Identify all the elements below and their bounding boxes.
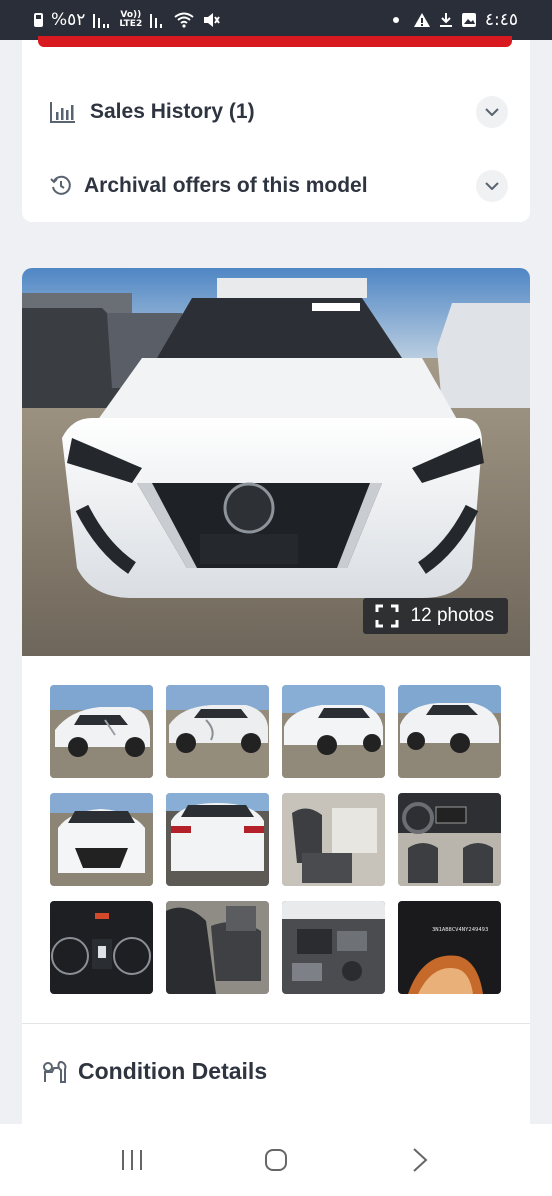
condition-details-title: Condition Details <box>78 1058 268 1084</box>
chevron-down-icon[interactable] <box>476 170 508 202</box>
wrench-icon <box>43 1060 67 1083</box>
thumbnail-interior-front-seats[interactable] <box>282 793 385 886</box>
chevron-down-icon[interactable] <box>476 96 508 128</box>
photos-count-label: 12 photos <box>410 605 494 626</box>
status-left: %٥٢ Vo)) LTE2 <box>34 10 221 30</box>
thumbnail-dashboard[interactable] <box>398 793 501 886</box>
thumbnail-engine-bay[interactable] <box>282 901 385 994</box>
archival-offers-row[interactable]: Archival offers of this model <box>50 166 508 206</box>
history-card: Sales History (1) Archival offers of thi… <box>22 40 530 222</box>
home-icon <box>265 1149 287 1171</box>
thumbnail-front-right[interactable] <box>282 685 385 778</box>
signal-icon <box>93 14 110 28</box>
status-right: ٤:٤٥ <box>392 10 518 30</box>
thumbnail-side-damage[interactable] <box>166 685 269 778</box>
section-divider <box>22 1023 530 1024</box>
sales-history-label: Sales History (1) <box>90 100 255 123</box>
thumbnail-instrument-cluster[interactable] <box>50 901 153 994</box>
fullscreen-icon <box>375 604 399 628</box>
back-button[interactable] <box>390 1140 450 1180</box>
bar-chart-icon <box>50 101 76 123</box>
warning-icon <box>413 13 430 27</box>
gallery-card: 12 photos 3N1AB8CV4NY249493 Condition De… <box>22 268 530 1128</box>
image-icon <box>461 13 476 27</box>
carrier-badge: Vo)) LTE2 <box>119 10 143 29</box>
condition-details-header[interactable]: Condition Details <box>42 1058 267 1085</box>
wifi-icon <box>174 12 194 28</box>
mute-icon <box>204 13 221 27</box>
thumbnail-rear[interactable] <box>166 793 269 886</box>
battery-percent: %٥٢ <box>51 10 86 30</box>
thumbnail-grid: 3N1AB8CV4NY249493 <box>50 685 502 994</box>
photos-count-button[interactable]: 12 photos <box>362 598 508 634</box>
main-photo[interactable]: 12 photos <box>22 268 530 656</box>
archival-offers-label: Archival offers of this model <box>84 174 368 197</box>
sales-history-row[interactable]: Sales History (1) <box>50 92 508 132</box>
accent-strip <box>38 36 512 47</box>
thumbnail-vin-plate[interactable]: 3N1AB8CV4NY249493 <box>398 901 501 994</box>
system-nav-bar <box>0 1124 552 1196</box>
notification-dot-icon <box>392 17 399 23</box>
clock: ٤:٤٥ <box>484 10 518 30</box>
status-bar: %٥٢ Vo)) LTE2 ٤:٤٥ <box>0 0 552 40</box>
recents-icon <box>122 1150 142 1170</box>
thumbnail-front[interactable] <box>50 793 153 886</box>
recents-button[interactable] <box>102 1140 162 1180</box>
history-icon <box>50 175 72 197</box>
download-icon <box>439 13 452 27</box>
thumbnail-front-left-damage[interactable] <box>50 685 153 778</box>
battery-icon <box>34 13 43 27</box>
chevron-right-icon <box>413 1148 428 1172</box>
signal-icon-2 <box>150 14 163 28</box>
thumbnail-rear-seats[interactable] <box>166 901 269 994</box>
vin-text: 3N1AB8CV4NY249493 <box>432 927 488 933</box>
home-button[interactable] <box>246 1140 306 1180</box>
thumbnail-front-right-2[interactable] <box>398 685 501 778</box>
